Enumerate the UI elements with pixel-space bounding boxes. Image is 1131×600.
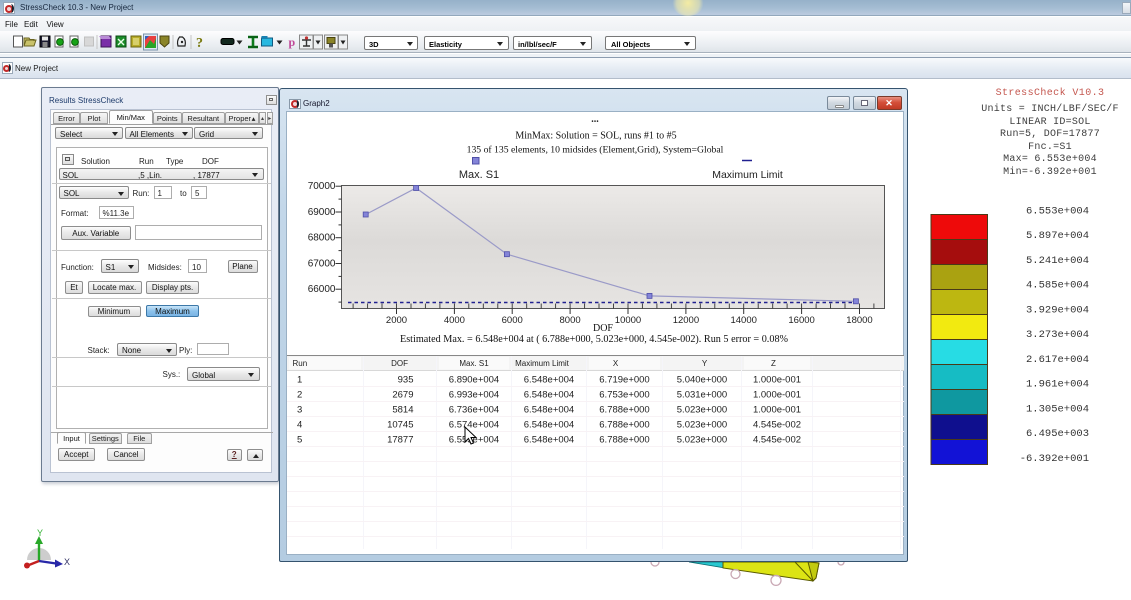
svg-text:70000: 70000	[307, 181, 335, 192]
svg-text:5.040e+000: 5.040e+000	[676, 374, 726, 385]
svg-text:69000: 69000	[307, 207, 335, 218]
svg-text:3: 3	[297, 404, 302, 415]
svg-text:Max. S1: Max. S1	[459, 359, 489, 368]
svg-text:4: 4	[297, 419, 302, 430]
svg-text:5.897e+004: 5.897e+004	[1026, 230, 1089, 242]
svg-text:6000: 6000	[501, 315, 522, 326]
svg-text:3.929e+004: 3.929e+004	[1026, 304, 1089, 316]
svg-text:6.890e+004: 6.890e+004	[448, 374, 498, 385]
svg-text:5: 5	[297, 434, 302, 445]
svg-text:3.273e+004: 3.273e+004	[1026, 329, 1089, 341]
svg-text:p: p	[289, 35, 296, 49]
svg-text:6.553e+004: 6.553e+004	[1026, 206, 1089, 218]
svg-text:6.495e+003: 6.495e+003	[1026, 428, 1089, 440]
svg-text:5.031e+000: 5.031e+000	[676, 389, 726, 400]
svg-text:135 of 135 elements, 10 midsid: 135 of 135 elements, 10 midsides (Elemen…	[466, 144, 723, 155]
svg-text:Run: Run	[292, 359, 307, 368]
svg-text:5.241e+004: 5.241e+004	[1026, 255, 1089, 267]
svg-text:2000: 2000	[385, 315, 406, 326]
svg-text:2679: 2679	[392, 389, 413, 400]
svg-text:?: ?	[196, 36, 203, 51]
svg-text:16000: 16000	[788, 315, 814, 326]
svg-text:1.961e+004: 1.961e+004	[1026, 379, 1089, 391]
svg-text:DOF: DOF	[391, 359, 408, 368]
svg-text:66000: 66000	[307, 284, 335, 295]
svg-text:6.548e+004: 6.548e+004	[523, 404, 573, 415]
svg-text:X: X	[612, 359, 618, 368]
svg-text:Estimated Max. = 6.548e+004 a: Estimated Max. = 6.548e+004 at ( 6.788e+…	[399, 334, 788, 345]
svg-text:2.617e+004: 2.617e+004	[1026, 354, 1089, 366]
svg-text:1.000e-001: 1.000e-001	[752, 404, 800, 415]
svg-text:1.000e-001: 1.000e-001	[752, 374, 800, 385]
svg-text:5.023e+000: 5.023e+000	[676, 419, 726, 430]
svg-text:10745: 10745	[387, 419, 413, 430]
svg-text:10000: 10000	[614, 315, 640, 326]
svg-text:6.719e+000: 6.719e+000	[599, 374, 649, 385]
svg-text:12000: 12000	[672, 315, 698, 326]
svg-text:6.548e+004: 6.548e+004	[523, 434, 573, 445]
svg-text:...: ...	[591, 114, 599, 125]
svg-text:6.788e+000: 6.788e+000	[599, 419, 649, 430]
svg-text:18000: 18000	[846, 315, 872, 326]
svg-text:5.023e+000: 5.023e+000	[676, 404, 726, 415]
svg-text:Maximum Limit: Maximum Limit	[515, 359, 570, 368]
svg-text:4.545e-002: 4.545e-002	[752, 434, 800, 445]
svg-text:Z: Z	[771, 359, 776, 368]
svg-text:8000: 8000	[559, 315, 580, 326]
svg-text:5.023e+000: 5.023e+000	[676, 434, 726, 445]
svg-text:2: 2	[297, 389, 302, 400]
svg-text:4000: 4000	[443, 315, 464, 326]
svg-text:X: X	[64, 557, 70, 567]
svg-text:DOF: DOF	[592, 323, 612, 334]
svg-text:6.788e+000: 6.788e+000	[599, 404, 649, 415]
svg-text:6.736e+004: 6.736e+004	[448, 404, 498, 415]
svg-text:MinMax: Solution = SOL, runs #: MinMax: Solution = SOL, runs #1 to #5	[515, 130, 676, 141]
svg-text:Y: Y	[37, 528, 43, 538]
svg-text:Y: Y	[701, 359, 707, 368]
svg-text:935: 935	[397, 374, 413, 385]
svg-text:4.545e-002: 4.545e-002	[752, 419, 800, 430]
svg-text:68000: 68000	[307, 232, 335, 243]
svg-text:14000: 14000	[730, 315, 756, 326]
svg-text:Max. S1: Max. S1	[458, 169, 498, 181]
svg-text:-6.392e+001: -6.392e+001	[1020, 453, 1089, 465]
svg-text:6.993e+004: 6.993e+004	[448, 389, 498, 400]
svg-text:1.000e-001: 1.000e-001	[752, 389, 800, 400]
svg-text:1.305e+004: 1.305e+004	[1026, 403, 1089, 415]
svg-text:6.548e+004: 6.548e+004	[523, 389, 573, 400]
svg-text:6.788e+000: 6.788e+000	[599, 434, 649, 445]
svg-text:5814: 5814	[392, 404, 413, 415]
svg-text:6.548e+004: 6.548e+004	[523, 419, 573, 430]
svg-text:67000: 67000	[307, 258, 335, 269]
svg-text:6.548e+004: 6.548e+004	[523, 374, 573, 385]
svg-text:Maximum Limit: Maximum Limit	[712, 169, 783, 181]
svg-text:6.753e+000: 6.753e+000	[599, 389, 649, 400]
svg-text:17877: 17877	[387, 434, 413, 445]
svg-text:4.585e+004: 4.585e+004	[1026, 280, 1089, 292]
svg-text:1: 1	[297, 374, 302, 385]
